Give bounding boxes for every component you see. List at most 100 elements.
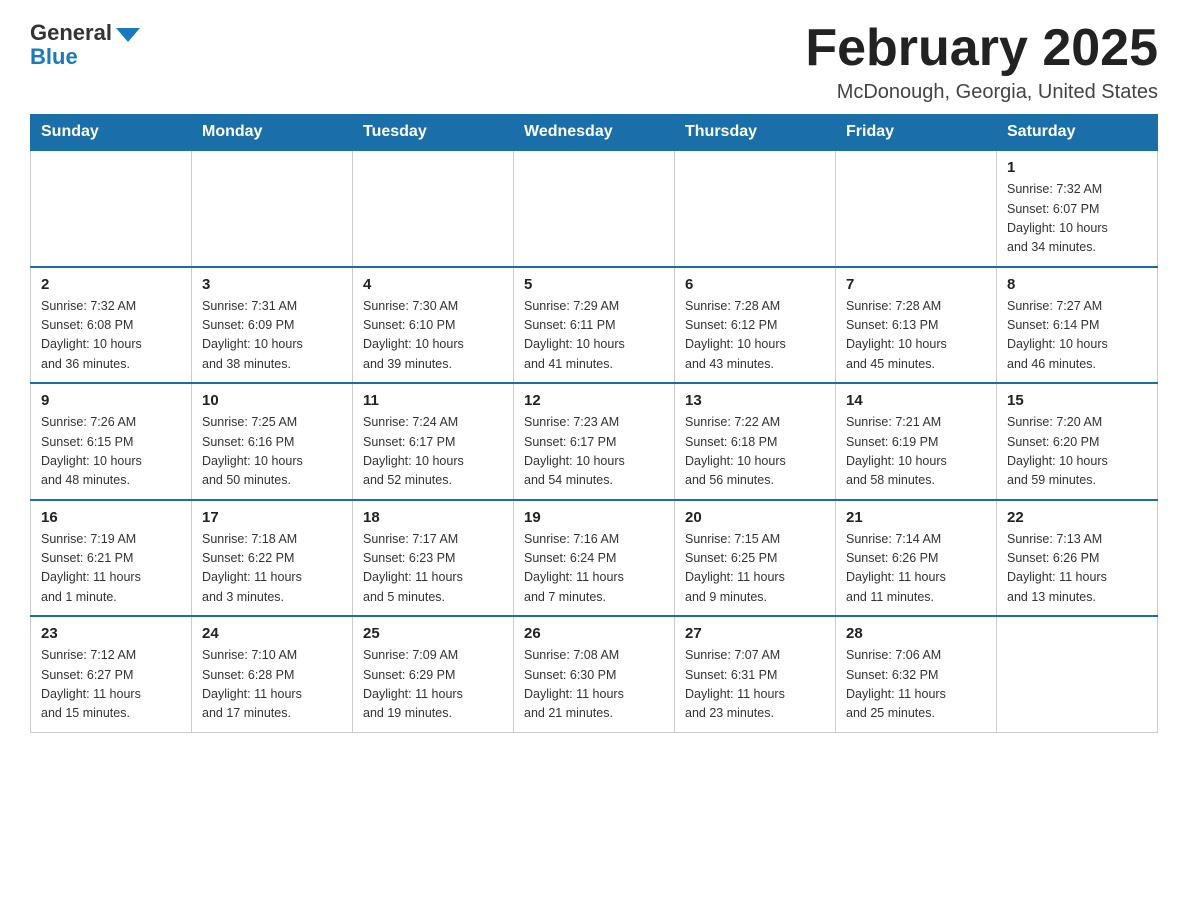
calendar-cell: 2 Sunrise: 7:32 AM Sunset: 6:08 PM Daylig… — [31, 267, 192, 384]
calendar-week-row-2: 2 Sunrise: 7:32 AM Sunset: 6:08 PM Daylig… — [31, 267, 1158, 384]
calendar-cell: 13 Sunrise: 7:22 AM Sunset: 6:18 PM Dayli… — [675, 383, 836, 500]
weekday-header-row: SundayMondayTuesdayWednesdayThursdayFrid… — [31, 115, 1158, 151]
day-info: Sunrise: 7:13 AM Sunset: 6:26 PM Dayligh… — [1007, 530, 1147, 608]
day-number: 1 — [1007, 159, 1147, 176]
calendar-cell: 7 Sunrise: 7:28 AM Sunset: 6:13 PM Daylig… — [836, 267, 997, 384]
day-info: Sunrise: 7:28 AM Sunset: 6:12 PM Dayligh… — [685, 297, 825, 375]
calendar-cell: 6 Sunrise: 7:28 AM Sunset: 6:12 PM Daylig… — [675, 267, 836, 384]
day-info: Sunrise: 7:22 AM Sunset: 6:18 PM Dayligh… — [685, 413, 825, 491]
calendar-cell — [997, 616, 1158, 732]
day-info: Sunrise: 7:16 AM Sunset: 6:24 PM Dayligh… — [524, 530, 664, 608]
day-info: Sunrise: 7:07 AM Sunset: 6:31 PM Dayligh… — [685, 646, 825, 724]
day-number: 27 — [685, 625, 825, 642]
day-info: Sunrise: 7:20 AM Sunset: 6:20 PM Dayligh… — [1007, 413, 1147, 491]
calendar-week-row-5: 23 Sunrise: 7:12 AM Sunset: 6:27 PM Dayli… — [31, 616, 1158, 732]
page-header: General Blue February 2025 McDonough, Ge… — [30, 20, 1158, 104]
day-number: 16 — [41, 509, 181, 526]
day-info: Sunrise: 7:09 AM Sunset: 6:29 PM Dayligh… — [363, 646, 503, 724]
logo-arrow-icon — [116, 28, 140, 42]
weekday-header-wednesday: Wednesday — [514, 115, 675, 151]
calendar-cell: 25 Sunrise: 7:09 AM Sunset: 6:29 PM Dayli… — [353, 616, 514, 732]
calendar-cell: 20Sunrise: 7:15 AM Sunset: 6:25 PM Dayli… — [675, 500, 836, 617]
day-number: 25 — [363, 625, 503, 642]
calendar-table: SundayMondayTuesdayWednesdayThursdayFrid… — [30, 114, 1158, 733]
calendar-cell: 28 Sunrise: 7:06 AM Sunset: 6:32 PM Dayli… — [836, 616, 997, 732]
day-number: 18 — [363, 509, 503, 526]
calendar-cell — [675, 150, 836, 267]
day-info: Sunrise: 7:30 AM Sunset: 6:10 PM Dayligh… — [363, 297, 503, 375]
logo: General Blue — [30, 20, 140, 70]
day-number: 9 — [41, 392, 181, 409]
calendar-cell: 14 Sunrise: 7:21 AM Sunset: 6:19 PM Dayli… — [836, 383, 997, 500]
day-number: 8 — [1007, 276, 1147, 293]
weekday-header-thursday: Thursday — [675, 115, 836, 151]
day-number: 17 — [202, 509, 342, 526]
calendar-cell — [514, 150, 675, 267]
calendar-cell: 18Sunrise: 7:17 AM Sunset: 6:23 PM Dayli… — [353, 500, 514, 617]
calendar-cell: 27 Sunrise: 7:07 AM Sunset: 6:31 PM Dayli… — [675, 616, 836, 732]
day-number: 26 — [524, 625, 664, 642]
weekday-header-saturday: Saturday — [997, 115, 1158, 151]
weekday-header-monday: Monday — [192, 115, 353, 151]
calendar-week-row-4: 16 Sunrise: 7:19 AM Sunset: 6:21 PM Dayli… — [31, 500, 1158, 617]
day-number: 28 — [846, 625, 986, 642]
day-info: Sunrise: 7:12 AM Sunset: 6:27 PM Dayligh… — [41, 646, 181, 724]
day-info: Sunrise: 7:27 AM Sunset: 6:14 PM Dayligh… — [1007, 297, 1147, 375]
day-number: 10 — [202, 392, 342, 409]
day-info: Sunrise: 7:08 AM Sunset: 6:30 PM Dayligh… — [524, 646, 664, 724]
day-info: Sunrise: 7:15 AM Sunset: 6:25 PM Dayligh… — [685, 530, 825, 608]
calendar-week-row-1: 1 Sunrise: 7:32 AM Sunset: 6:07 PM Daylig… — [31, 150, 1158, 267]
day-number: 22 — [1007, 509, 1147, 526]
day-info: Sunrise: 7:31 AM Sunset: 6:09 PM Dayligh… — [202, 297, 342, 375]
calendar-cell: 11 Sunrise: 7:24 AM Sunset: 6:17 PM Dayli… — [353, 383, 514, 500]
day-info: Sunrise: 7:24 AM Sunset: 6:17 PM Dayligh… — [363, 413, 503, 491]
logo-general-text: General — [30, 20, 112, 46]
calendar-cell: 5 Sunrise: 7:29 AM Sunset: 6:11 PM Daylig… — [514, 267, 675, 384]
day-info: Sunrise: 7:14 AM Sunset: 6:26 PM Dayligh… — [846, 530, 986, 608]
calendar-cell: 22 Sunrise: 7:13 AM Sunset: 6:26 PM Dayli… — [997, 500, 1158, 617]
day-number: 24 — [202, 625, 342, 642]
day-info: Sunrise: 7:25 AM Sunset: 6:16 PM Dayligh… — [202, 413, 342, 491]
weekday-header-tuesday: Tuesday — [353, 115, 514, 151]
calendar-cell — [836, 150, 997, 267]
calendar-cell: 17 Sunrise: 7:18 AM Sunset: 6:22 PM Dayli… — [192, 500, 353, 617]
day-number: 23 — [41, 625, 181, 642]
day-number: 21 — [846, 509, 986, 526]
day-info: Sunrise: 7:19 AM Sunset: 6:21 PM Dayligh… — [41, 530, 181, 608]
calendar-cell — [353, 150, 514, 267]
day-number: 2 — [41, 276, 181, 293]
day-number: 5 — [524, 276, 664, 293]
day-info: Sunrise: 7:06 AM Sunset: 6:32 PM Dayligh… — [846, 646, 986, 724]
day-number: 14 — [846, 392, 986, 409]
calendar-cell: 8 Sunrise: 7:27 AM Sunset: 6:14 PM Daylig… — [997, 267, 1158, 384]
logo-blue-text: Blue — [30, 44, 78, 70]
day-number: 13 — [685, 392, 825, 409]
day-number: 3 — [202, 276, 342, 293]
calendar-cell: 12 Sunrise: 7:23 AM Sunset: 6:17 PM Dayli… — [514, 383, 675, 500]
day-info: Sunrise: 7:23 AM Sunset: 6:17 PM Dayligh… — [524, 413, 664, 491]
calendar-cell: 15Sunrise: 7:20 AM Sunset: 6:20 PM Dayli… — [997, 383, 1158, 500]
day-number: 12 — [524, 392, 664, 409]
weekday-header-sunday: Sunday — [31, 115, 192, 151]
calendar-cell: 24Sunrise: 7:10 AM Sunset: 6:28 PM Dayli… — [192, 616, 353, 732]
calendar-cell: 19 Sunrise: 7:16 AM Sunset: 6:24 PM Dayli… — [514, 500, 675, 617]
day-info: Sunrise: 7:32 AM Sunset: 6:07 PM Dayligh… — [1007, 180, 1147, 258]
day-info: Sunrise: 7:32 AM Sunset: 6:08 PM Dayligh… — [41, 297, 181, 375]
calendar-cell: 26 Sunrise: 7:08 AM Sunset: 6:30 PM Dayli… — [514, 616, 675, 732]
calendar-cell: 16 Sunrise: 7:19 AM Sunset: 6:21 PM Dayli… — [31, 500, 192, 617]
day-info: Sunrise: 7:21 AM Sunset: 6:19 PM Dayligh… — [846, 413, 986, 491]
calendar-week-row-3: 9Sunrise: 7:26 AM Sunset: 6:15 PM Daylig… — [31, 383, 1158, 500]
calendar-cell: 9Sunrise: 7:26 AM Sunset: 6:15 PM Daylig… — [31, 383, 192, 500]
calendar-cell: 3 Sunrise: 7:31 AM Sunset: 6:09 PM Daylig… — [192, 267, 353, 384]
calendar-cell: 1 Sunrise: 7:32 AM Sunset: 6:07 PM Daylig… — [997, 150, 1158, 267]
day-info: Sunrise: 7:28 AM Sunset: 6:13 PM Dayligh… — [846, 297, 986, 375]
day-number: 11 — [363, 392, 503, 409]
day-info: Sunrise: 7:18 AM Sunset: 6:22 PM Dayligh… — [202, 530, 342, 608]
day-number: 7 — [846, 276, 986, 293]
title-section: February 2025 McDonough, Georgia, United… — [805, 20, 1158, 104]
day-number: 19 — [524, 509, 664, 526]
calendar-cell — [31, 150, 192, 267]
day-info: Sunrise: 7:29 AM Sunset: 6:11 PM Dayligh… — [524, 297, 664, 375]
day-number: 6 — [685, 276, 825, 293]
calendar-cell: 10 Sunrise: 7:25 AM Sunset: 6:16 PM Dayli… — [192, 383, 353, 500]
